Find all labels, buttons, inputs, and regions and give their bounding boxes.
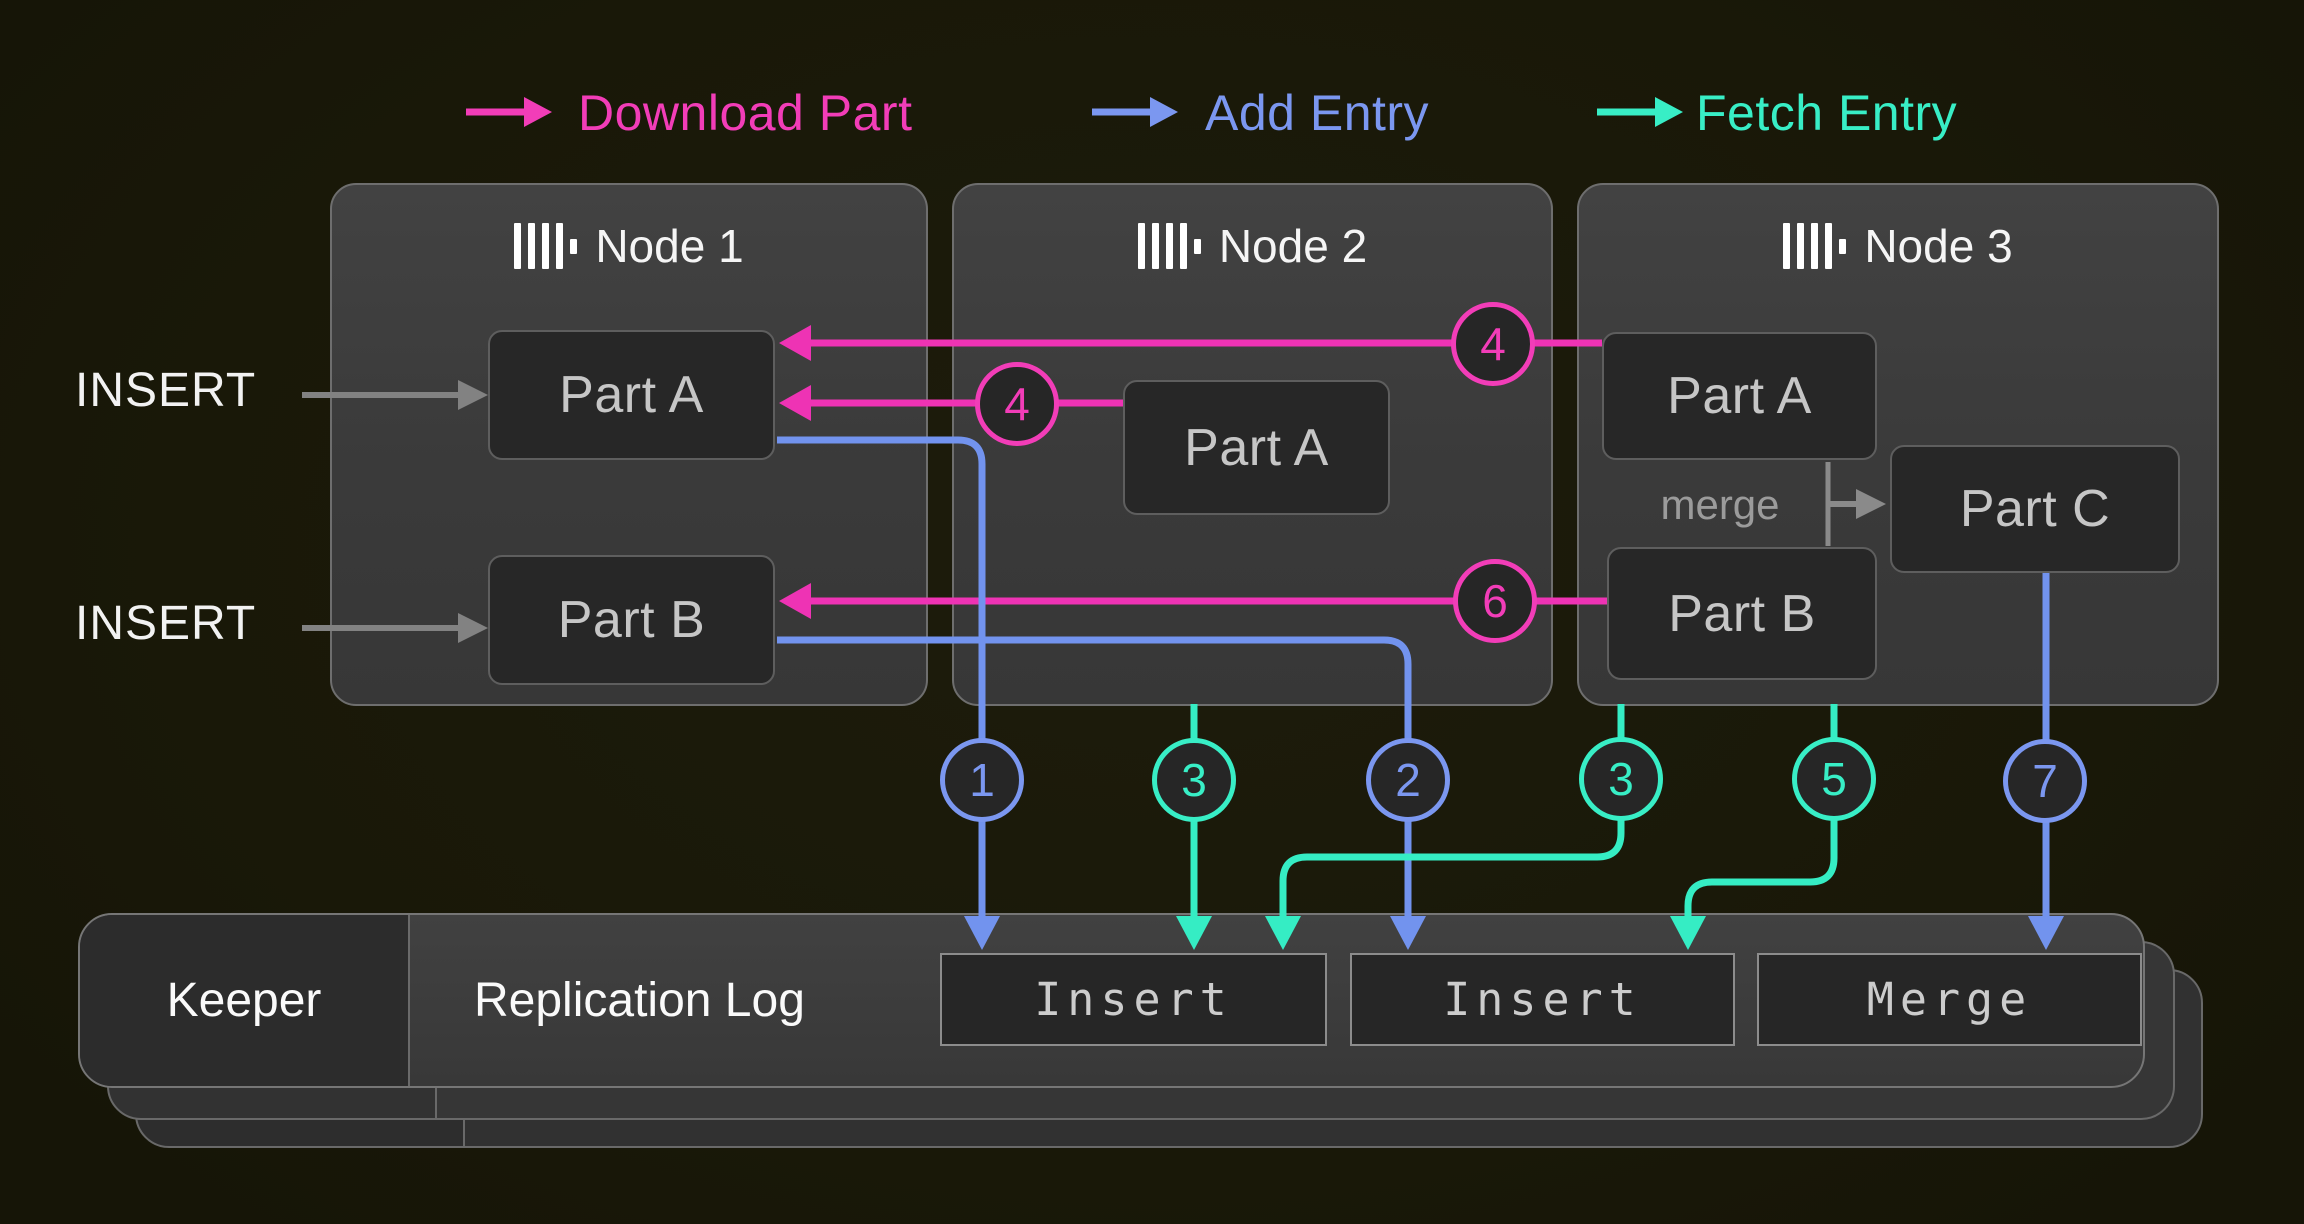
log-entry-insert-2: Insert (1350, 953, 1735, 1046)
log-entry-insert-1: Insert (940, 953, 1327, 1046)
replication-diagram: Download Part Add Entry Fetch Entry INSE… (0, 0, 2304, 1224)
replication-log-title: Replication Log (474, 915, 805, 1086)
legend-label-add-entry: Add Entry (1205, 84, 1429, 142)
fetch-line-3b (1283, 704, 1621, 916)
fetch-entry-lines (1194, 704, 1834, 916)
step-badge-add-1: 1 (940, 738, 1024, 822)
step-badge-add-7: 7 (2003, 739, 2087, 823)
legend-download-arrow-icon (466, 97, 552, 127)
merge-label: merge (1630, 481, 1810, 529)
legend-fetch-arrow-icon (1597, 97, 1683, 127)
legend-label-download-part: Download Part (578, 84, 912, 142)
node3-part-b-box: Part B (1607, 547, 1877, 680)
node3-part-a-box: Part A (1602, 332, 1877, 460)
step-badge-fetch-5: 5 (1792, 737, 1876, 821)
node3-part-c-box: Part C (1890, 445, 2180, 573)
node-1-title: Node 1 (332, 219, 926, 273)
insert-label-2: INSERT (75, 596, 256, 652)
step-badge-add-2: 2 (1366, 738, 1450, 822)
node-1-title-label: Node 1 (595, 219, 743, 273)
keeper-section: Keeper (80, 915, 410, 1086)
insert-label-1: INSERT (75, 363, 256, 419)
clickhouse-logo-icon (1783, 222, 1846, 270)
node1-part-a-box: Part A (488, 330, 775, 460)
legend-label-fetch-entry: Fetch Entry (1696, 84, 1957, 142)
step-badge-download-4-top: 4 (1451, 302, 1535, 386)
node-2-title-label: Node 2 (1219, 219, 1367, 273)
node-3-title-label: Node 3 (1864, 219, 2012, 273)
step-badge-fetch-3a: 3 (1152, 738, 1236, 822)
node1-part-b-box: Part B (488, 555, 775, 685)
log-entry-merge: Merge (1757, 953, 2142, 1046)
clickhouse-logo-icon (514, 222, 577, 270)
node2-part-a-box: Part A (1123, 380, 1390, 515)
step-badge-fetch-3b: 3 (1579, 737, 1663, 821)
node-3-title: Node 3 (1579, 219, 2217, 273)
legend-add-arrow-icon (1092, 97, 1178, 127)
step-badge-download-4-mid: 4 (975, 362, 1059, 446)
node-2-title: Node 2 (954, 219, 1551, 273)
step-badge-download-6: 6 (1453, 559, 1537, 643)
clickhouse-logo-icon (1138, 222, 1201, 270)
